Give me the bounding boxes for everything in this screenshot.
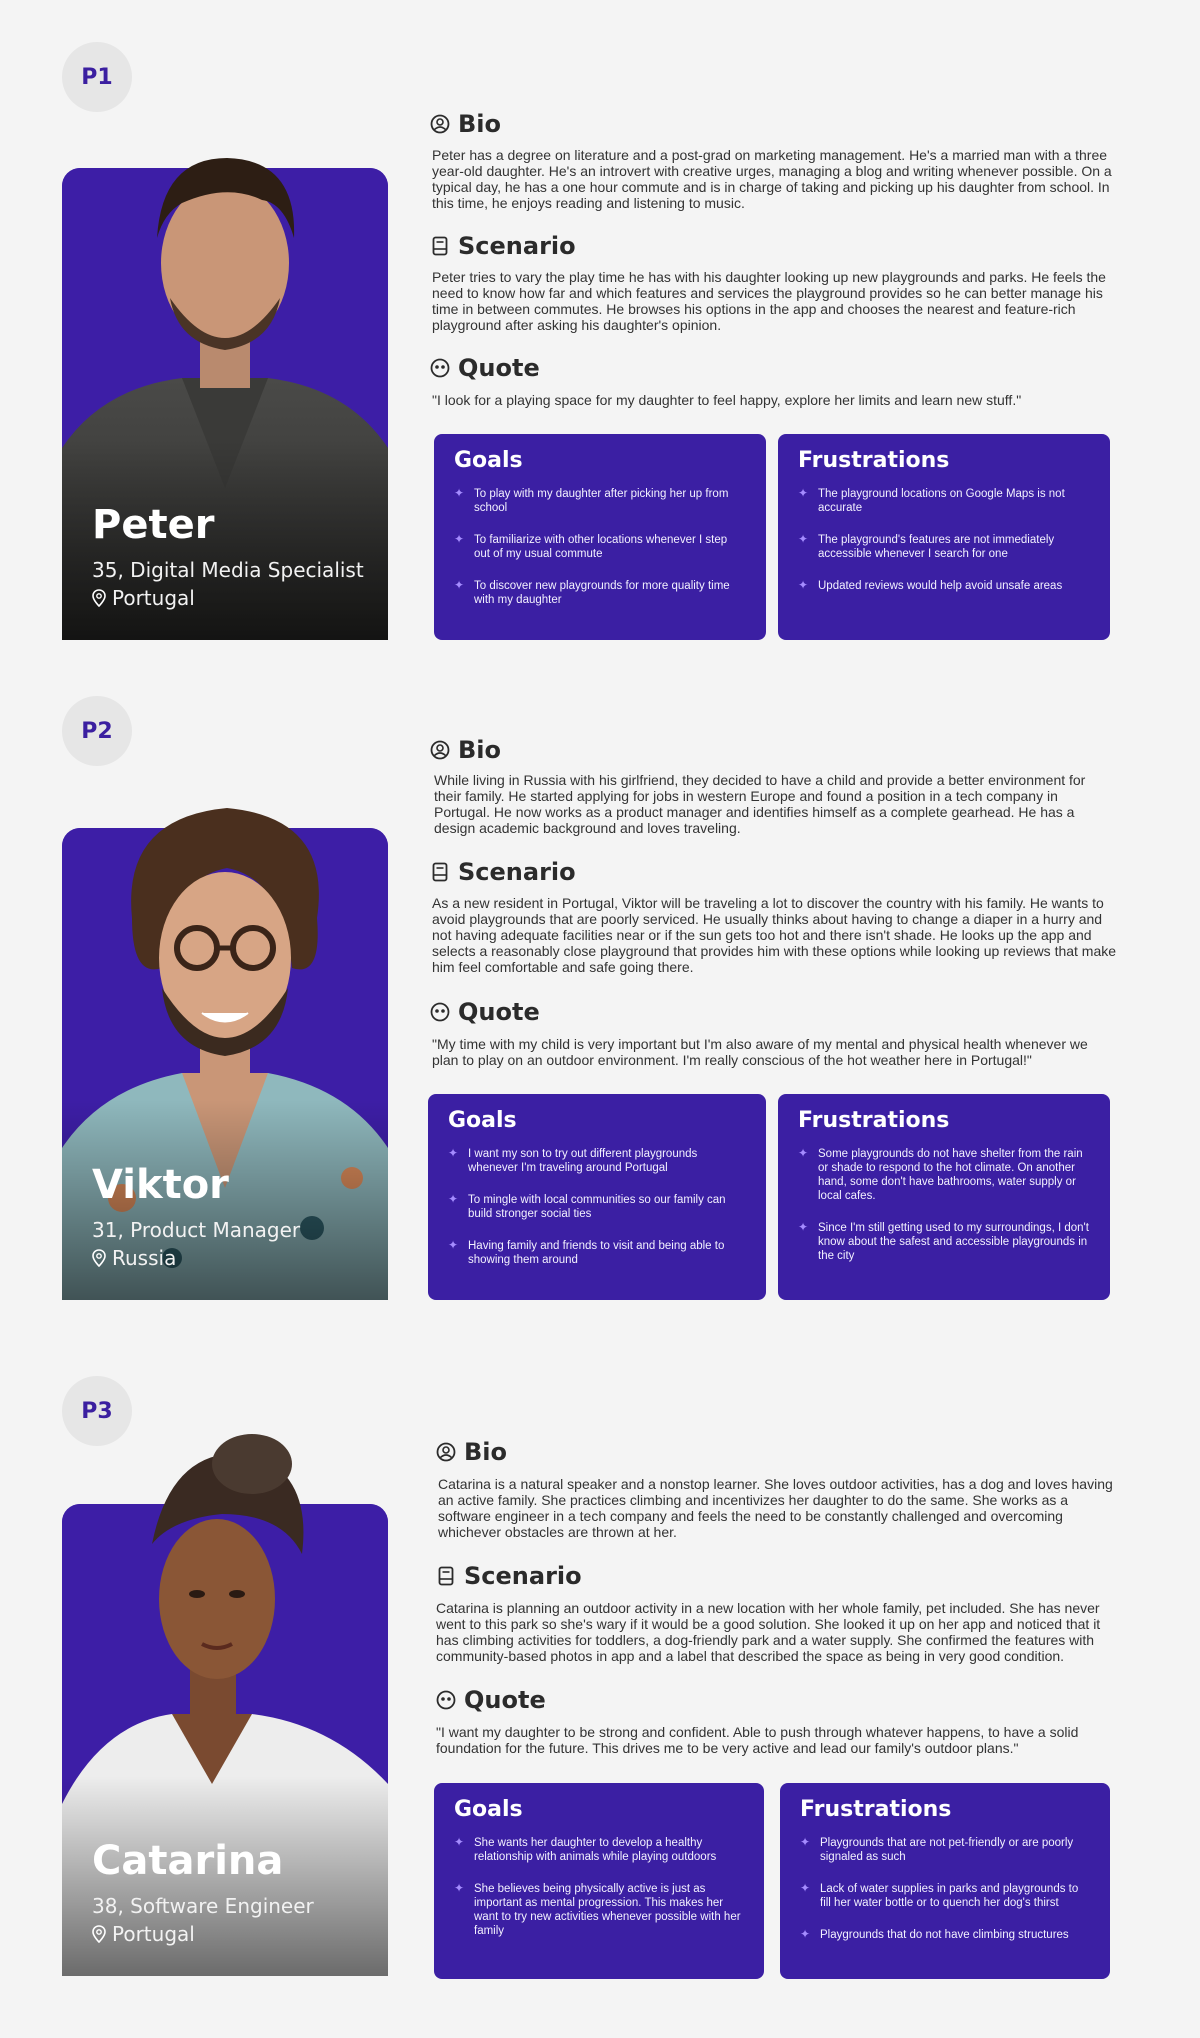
frustrations-title: Frustrations [798,1108,950,1133]
frustrations-box: Frustrations ✦ The playground locations o… [778,434,1110,640]
book-icon [438,1566,454,1586]
frustration-item: ✦ The playground's features are not immed… [798,532,1055,560]
book-icon [432,236,448,256]
bio-text: Peter has a degree on literature and a p… [432,147,1112,211]
persona-badge: P2 [62,696,132,766]
frustration-item: ✦ Playgrounds that are not pet-friendly o… [800,1835,1074,1863]
frustration-item: ✦ Updated reviews would help avoid unsafe… [798,578,1063,592]
persona-card: Peter 35, Digital Media Specialist Portu… [62,158,388,640]
frustrations-title: Frustrations [798,448,950,473]
goals-list: ✦ I want my son to try out different play… [448,1147,746,1267]
quote-bubble-icon [430,358,450,378]
frustration-item: ✦ Since I'm still getting used to my surr… [798,1220,1089,1262]
goals-box: Goals ✦ To play with my daughter after pi… [434,434,766,640]
sparkle-icon: ✦ [798,1220,809,1234]
sparkle-icon: ✦ [454,1835,465,1849]
bio-text: While living in Russia with his girlfrie… [434,772,1086,836]
quote-heading: Quote [436,1686,546,1714]
bio-heading: Bio [430,110,501,138]
location-text: Portugal [112,586,195,610]
quote-text: "I want my daughter to be strong and con… [436,1724,1079,1756]
frustrations-list: ✦ Playgrounds that are not pet-friendly o… [800,1836,1090,1942]
persona-name: Catarina [92,1838,284,1884]
sparkle-icon: ✦ [798,532,809,546]
sparkle-icon: ✦ [454,578,465,592]
persona-name: Peter [92,502,215,548]
goals-list: ✦ She wants her daughter to develop a hea… [454,1836,744,1938]
sparkle-icon: ✦ [454,1881,465,1895]
user-circle-icon [430,740,450,760]
quote-bubble-icon [436,1690,456,1710]
frustration-item: ✦ Lack of water supplies in parks and pla… [800,1881,1079,1909]
frustrations-title: Frustrations [800,1797,952,1822]
frustration-item: ✦ Some playgrounds do not have shelter fr… [798,1146,1083,1202]
user-circle-icon [430,114,450,134]
quote-heading: Quote [430,354,540,382]
frustrations-list: ✦ Some playgrounds do not have shelter fr… [798,1147,1090,1263]
goal-item: ✦ To mingle with local communities so our… [448,1192,726,1220]
persona-role: 35, Digital Media Specialist [92,558,364,582]
goals-title: Goals [448,1108,517,1133]
goal-item: ✦ To discover new playgrounds for more qu… [454,578,730,606]
sparkle-icon: ✦ [800,1835,811,1849]
sparkle-icon: ✦ [448,1146,459,1160]
persona-role: 38, Software Engineer [92,1894,314,1918]
persona-location: Russia [92,1246,176,1270]
map-pin-icon [92,589,106,607]
frustrations-list: ✦ The playground locations on Google Maps… [798,487,1090,593]
persona-location: Portugal [92,586,195,610]
sparkle-icon: ✦ [448,1192,459,1206]
quote-bubble-icon [430,1002,450,1022]
bio-heading: Bio [436,1438,507,1466]
sparkle-icon: ✦ [798,486,809,500]
sparkle-icon: ✦ [800,1927,811,1941]
goal-item: ✦ She believes being physically active is… [454,1881,741,1937]
goal-item: ✦ She wants her daughter to develop a hea… [454,1835,717,1863]
scenario-heading: Scenario [436,1562,582,1590]
scenario-heading: Scenario [430,232,576,260]
quote-text: "I look for a playing space for my daugh… [432,392,1022,408]
persona-catarina: P3 Catarina 38, Software Engineer Portug… [0,1376,1200,1979]
persona-card: Catarina 38, Software Engineer Portugal [62,1434,388,1976]
goal-item: ✦ Having family and friends to visit and … [448,1238,725,1266]
scenario-text: Peter tries to vary the play time he has… [432,269,1106,333]
sparkle-icon: ✦ [454,532,465,546]
goal-item: ✦ To familiarize with other locations whe… [454,532,728,560]
persona-location: Portugal [92,1922,195,1946]
book-icon [432,862,448,882]
goals-list: ✦ To play with my daughter after picking … [454,487,746,607]
goals-title: Goals [454,1797,523,1822]
map-pin-icon [92,1249,106,1267]
scenario-text: As a new resident in Portugal, Viktor wi… [432,895,1117,975]
bio-text: Catarina is a natural speaker and a nons… [438,1476,1113,1540]
sparkle-icon: ✦ [798,1146,809,1160]
persona-peter: P1 Peter 35, Digital Media Specialist Po… [0,42,1200,642]
quote-heading: Quote [430,998,540,1026]
scenario-text: Catarina is planning an outdoor activity… [436,1600,1101,1664]
persona-card: Viktor 31, Product Manager Russia [62,808,388,1300]
persona-name: Viktor [92,1162,229,1208]
goal-item: ✦ I want my son to try out different play… [448,1146,698,1174]
scenario-heading: Scenario [430,858,576,886]
location-text: Russia [112,1246,177,1270]
location-text: Portugal [112,1922,195,1946]
map-pin-icon [92,1925,106,1943]
frustration-item: ✦ The playground locations on Google Maps… [798,486,1065,514]
goals-box: Goals ✦ I want my son to try out differen… [428,1094,766,1300]
sparkle-icon: ✦ [798,578,809,592]
goals-box: Goals ✦ She wants her daughter to develop… [434,1783,764,1979]
persona-viktor: P2 Viktor 31, Product Manager Russia Bio [0,696,1200,1300]
frustrations-box: Frustrations ✦ Playgrounds that are not p… [780,1783,1110,1979]
bio-heading: Bio [430,736,501,764]
goals-title: Goals [454,448,523,473]
user-circle-icon [436,1442,456,1462]
frustration-item: ✦ Playgrounds that do not have climbing s… [800,1927,1069,1941]
sparkle-icon: ✦ [448,1238,459,1252]
quote-text: "My time with my child is very important… [432,1036,1088,1068]
sparkle-icon: ✦ [454,486,465,500]
sparkle-icon: ✦ [800,1881,811,1895]
persona-role: 31, Product Manager [92,1218,301,1242]
frustrations-box: Frustrations ✦ Some playgrounds do not ha… [778,1094,1110,1300]
goal-item: ✦ To play with my daughter after picking … [454,486,729,514]
